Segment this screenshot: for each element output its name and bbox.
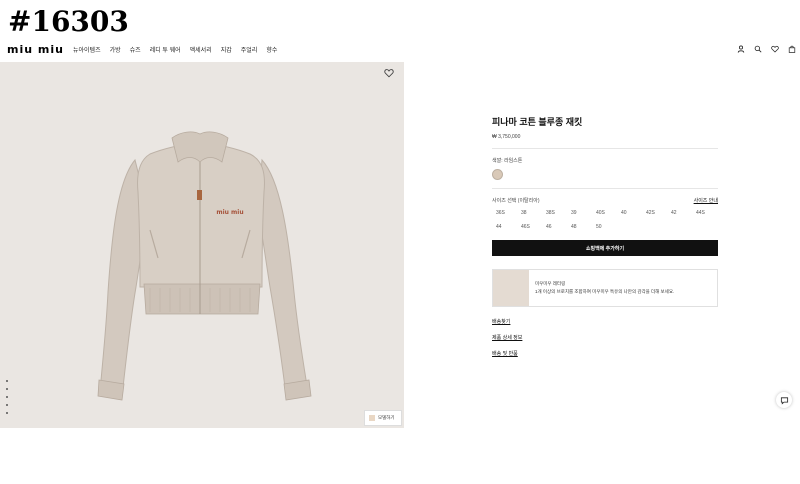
add-to-cart-button[interactable]: 쇼핑백에 추가하기 <box>492 240 718 256</box>
bag-icon[interactable] <box>788 45 796 53</box>
info-links: 배송찾기 제품 상세 정보 배송 및 반품 <box>492 318 718 357</box>
size-option[interactable]: 40 <box>617 210 642 216</box>
size-guide-link[interactable]: 사이즈 안내 <box>694 197 718 204</box>
product-image-gallery[interactable]: miu miu 모델하기 <box>0 62 404 428</box>
shipping-returns-link[interactable]: 배송 및 반품 <box>492 350 718 357</box>
model-thumbnail-icon <box>369 415 375 421</box>
size-heading: 사이즈 선택 (이탈리아) <box>492 198 540 204</box>
size-option[interactable]: 46S <box>517 224 542 230</box>
gallery-pagination[interactable] <box>6 380 8 414</box>
size-option[interactable]: 48 <box>567 224 592 230</box>
svg-text:miu miu: miu miu <box>216 209 243 216</box>
size-option[interactable]: 46 <box>542 224 567 230</box>
nav-item-ready-to-wear[interactable]: 레디 투 웨어 <box>150 45 181 54</box>
size-option[interactable]: 40S <box>592 210 617 216</box>
color-label: 색깔: 라임스톤 <box>492 158 523 164</box>
gallery-dot[interactable] <box>6 396 8 398</box>
product-price: ₩ 3,750,000 <box>492 134 521 140</box>
size-option[interactable]: 38 <box>517 210 542 216</box>
nav-item-wallets[interactable]: 지갑 <box>221 45 232 54</box>
zoom-button[interactable]: 모델하기 <box>364 410 402 426</box>
search-icon[interactable] <box>754 45 762 53</box>
combo-thumbnail <box>493 270 529 306</box>
product-info-panel: 피나마 코튼 블루종 재킷 ₩ 3,750,000 색깔: 라임스톤 사이즈 선… <box>492 116 718 357</box>
nav-item-accessories[interactable]: 액세서리 <box>190 45 212 54</box>
product-title: 피나마 코튼 블루종 재킷 <box>492 117 583 127</box>
nav-item-new[interactable]: 뉴아이템즈 <box>73 45 101 54</box>
size-options: 36S 38 38S 39 40S 40 42S 42 44S 44 46S 4… <box>492 210 718 230</box>
size-option[interactable]: 38S <box>542 210 567 216</box>
size-option[interactable]: 44 <box>492 224 517 230</box>
divider <box>492 188 718 189</box>
gallery-dot[interactable] <box>6 380 8 382</box>
size-option[interactable]: 36S <box>492 210 517 216</box>
chat-button[interactable] <box>776 392 792 408</box>
combo-text: 미우미우 레터링 1개 이상의 브로치를 조합하여 미우미우 특유의 나만의 감… <box>535 280 674 296</box>
size-option[interactable]: 50 <box>592 224 617 230</box>
size-option[interactable]: 39 <box>567 210 592 216</box>
product-details-link[interactable]: 제품 상세 정보 <box>492 334 718 341</box>
gallery-dot[interactable] <box>6 404 8 406</box>
heart-icon[interactable] <box>771 45 779 53</box>
combo-title: 미우미우 레터링 <box>535 281 566 286</box>
size-option[interactable]: 44S <box>692 210 717 216</box>
account-icon[interactable] <box>737 45 745 53</box>
header-icons <box>737 45 796 53</box>
nav-item-jewelry[interactable]: 주얼리 <box>241 45 258 54</box>
nav-item-shoes[interactable]: 슈즈 <box>130 45 141 54</box>
image-annotation: #16303 <box>8 5 129 38</box>
divider <box>492 148 718 149</box>
brand-logo[interactable]: miu miu <box>7 43 64 56</box>
nav-item-fragrance[interactable]: 향수 <box>266 45 277 54</box>
zoom-label: 모델하기 <box>378 415 395 420</box>
gallery-dot[interactable] <box>6 388 8 390</box>
gallery-dot[interactable] <box>6 412 8 414</box>
color-swatch[interactable] <box>492 169 503 180</box>
size-option[interactable]: 42 <box>667 210 692 216</box>
combo-promo-card[interactable]: 미우미우 레터링 1개 이상의 브로치를 조합하여 미우미우 특유의 나만의 감… <box>492 269 718 307</box>
store-locator-link[interactable]: 배송찾기 <box>492 318 718 325</box>
wishlist-heart-icon[interactable] <box>384 68 394 78</box>
chat-bubble-icon <box>780 396 788 405</box>
nav-item-bags[interactable]: 가방 <box>110 45 121 54</box>
combo-description: 1개 이상의 브로치를 조합하여 미우미우 특유의 나만의 감각을 더해 보세요… <box>535 289 675 294</box>
main-nav: 뉴아이템즈 가방 슈즈 레디 투 웨어 액세서리 지갑 주얼리 향수 <box>73 45 277 54</box>
product-image: miu miu <box>97 131 312 401</box>
top-navigation: miu miu 뉴아이템즈 가방 슈즈 레디 투 웨어 액세서리 지갑 주얼리 … <box>0 42 800 60</box>
size-header: 사이즈 선택 (이탈리아) 사이즈 안내 <box>492 197 718 205</box>
size-option[interactable]: 42S <box>642 210 667 216</box>
